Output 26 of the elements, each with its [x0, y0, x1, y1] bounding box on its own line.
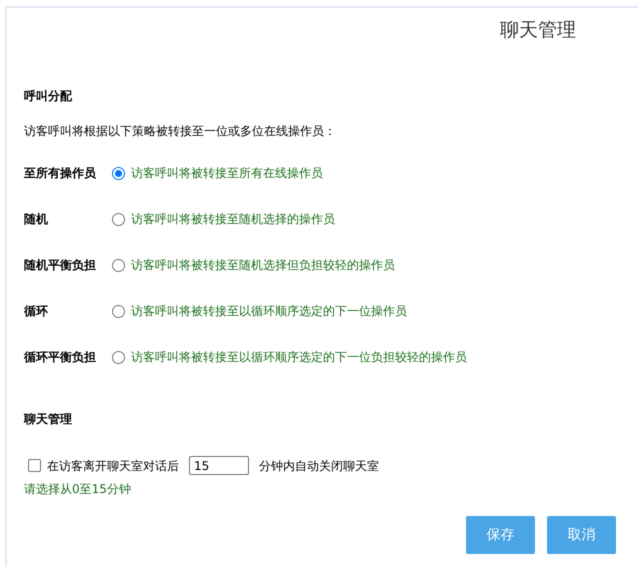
minutes-input[interactable]: 15: [189, 456, 249, 475]
radio-button[interactable]: [112, 304, 125, 318]
hint-text: 请选择从0至15分钟: [24, 481, 132, 498]
option-description: 访客呼叫将被转接至以循环顺序选定的下一位负担较轻的操作员: [131, 349, 467, 366]
option-label: 随机平衡负担: [24, 257, 97, 274]
option-description: 访客呼叫将被转接至随机选择的操作员: [131, 211, 335, 228]
radio-button[interactable]: [112, 350, 125, 364]
option-description: 访客呼叫将被转接至所有在线操作员: [131, 165, 323, 182]
section-heading: 呼叫分配: [24, 88, 73, 105]
option-label: 循环: [24, 303, 49, 320]
save-button[interactable]: 保存: [466, 516, 535, 554]
cancel-button[interactable]: 取消: [547, 516, 616, 554]
option-description: 访客呼叫将被转接至随机选择但负担较轻的操作员: [131, 257, 395, 274]
option-label: 循环平衡负担: [24, 349, 97, 366]
page-title: 聊天管理: [500, 18, 576, 43]
radio-button[interactable]: [112, 166, 125, 180]
option-label: 至所有操作员: [24, 165, 97, 182]
radio-button[interactable]: [112, 258, 125, 272]
checkbox[interactable]: [28, 459, 41, 472]
section-heading: 聊天管理: [24, 411, 73, 428]
option-label: 随机: [24, 211, 49, 228]
radio-button[interactable]: [112, 212, 125, 226]
checkbox-label: 在访客离开聊天室对话后: [47, 458, 179, 474]
intro-text: 访客呼叫将根据以下策略被转接至一位或多位在线操作员：: [24, 123, 337, 140]
minutes-label: 分钟内自动关闭聊天室: [259, 458, 379, 474]
option-description: 访客呼叫将被转接至以循环顺序选定的下一位操作员: [131, 303, 407, 320]
